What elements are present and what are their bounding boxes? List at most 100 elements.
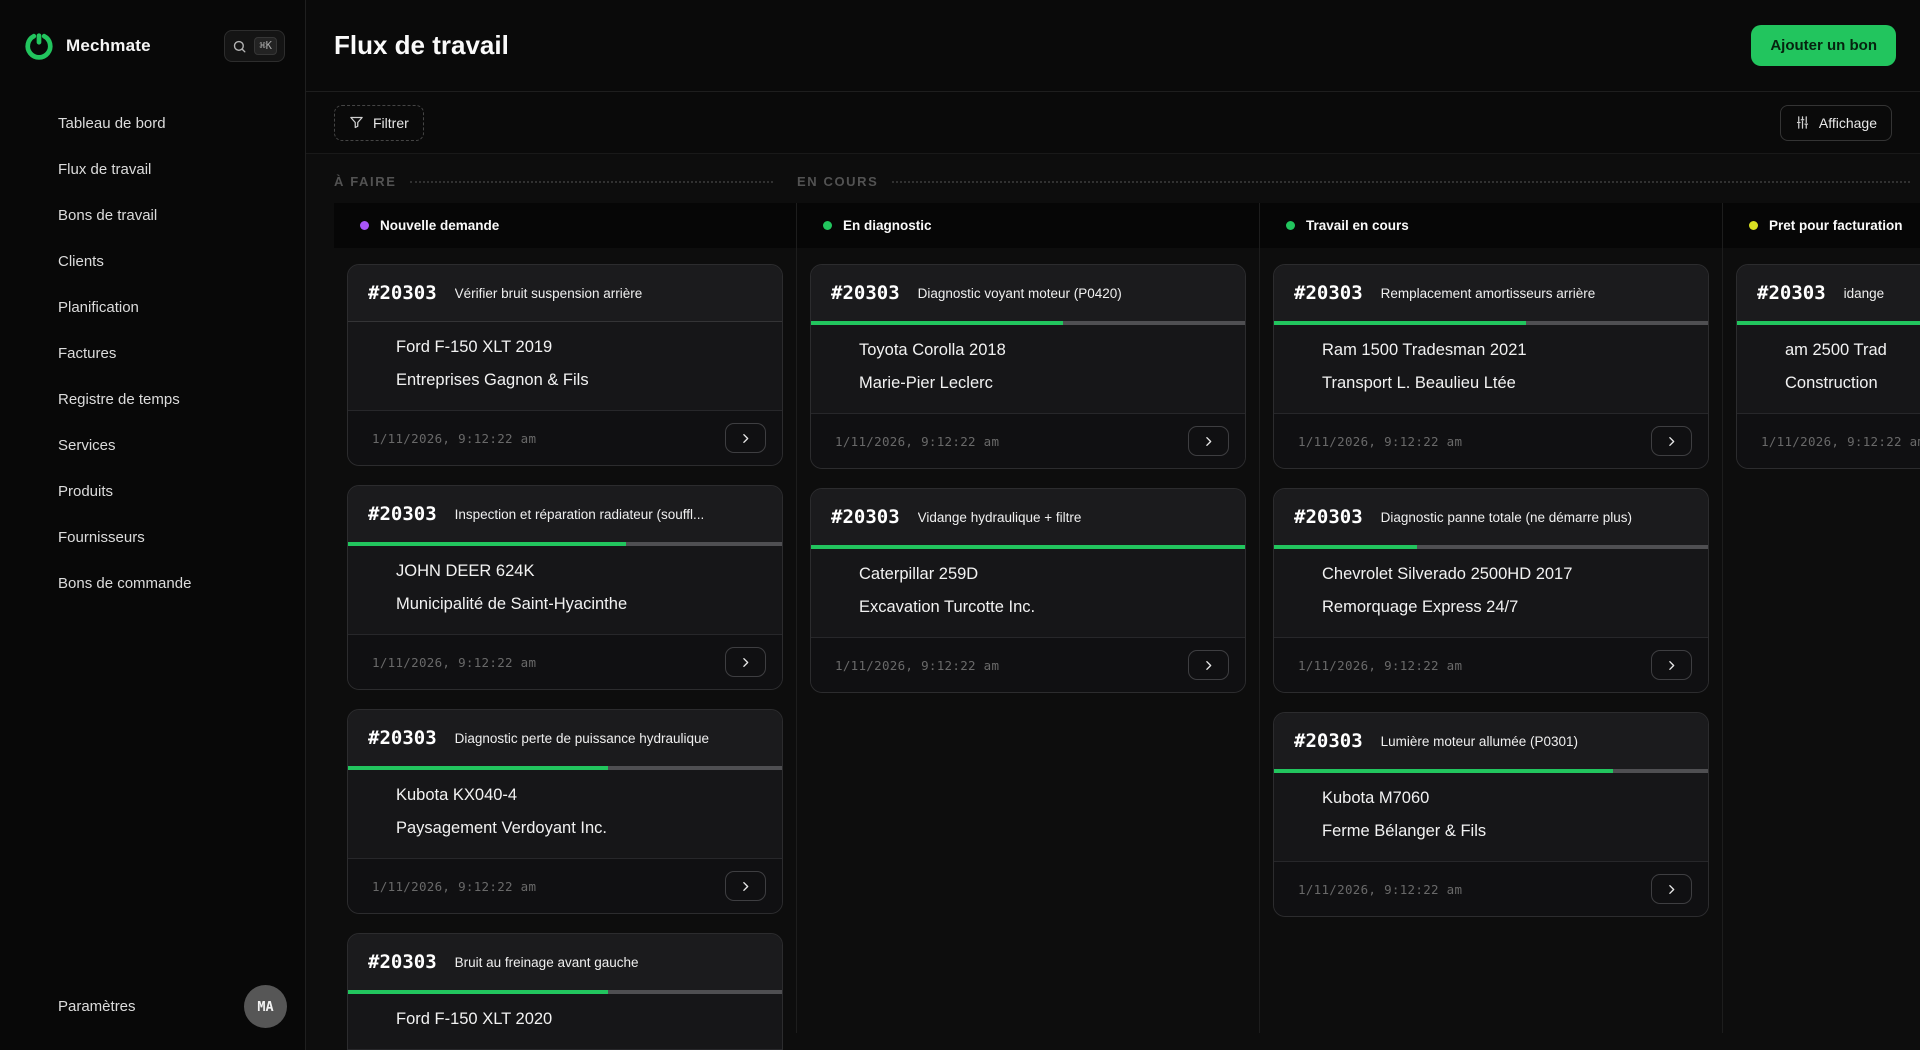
client-row: Marie-Pier Leclerc [831,374,1225,393]
work-order-card[interactable]: #20303 Lumière moteur allumée (P0301) Ku… [1273,712,1709,917]
client-row: Construction [1757,374,1920,393]
card-body: Toyota Corolla 2018 Marie-Pier Leclerc [811,325,1245,413]
trash-icon [831,376,846,391]
client-name: Excavation Turcotte Inc. [859,598,1035,617]
column-cards: #20303 Vérifier bruit suspension arrière… [347,248,783,1050]
avatar[interactable]: MA [244,985,287,1028]
column-cards: #20303 Diagnostic voyant moteur (P0420) … [810,248,1246,693]
work-order-card[interactable]: #20303 Diagnostic voyant moteur (P0420) … [810,264,1246,469]
sidebar-item-registre-de-temps[interactable]: Registre de temps [12,378,293,421]
section-a-faire: À FAIRE [334,174,797,189]
settings-label[interactable]: Paramètres [58,998,136,1015]
filter-button[interactable]: Filtrer [334,105,424,141]
progress-bar [1737,321,1920,325]
timestamp: 1/11/2026, 9:12:22 am [372,655,536,670]
progress-bar-fill [1737,321,1920,325]
sidebar-item-tableau-de-bord[interactable]: Tableau de bord [12,102,293,145]
work-order-number: #20303 [368,282,437,304]
progress-bar [811,545,1245,549]
gauge-icon [24,114,43,133]
open-card-button[interactable] [725,423,766,453]
card-header: #20303 idange [1737,265,1920,321]
progress-bar-fill [348,766,608,770]
sidebar-item-fournisseurs[interactable]: Fournisseurs [12,516,293,559]
work-order-title: Inspection et réparation radiateur (souf… [455,507,705,522]
open-card-button[interactable] [1188,650,1229,680]
open-card-button[interactable] [1651,650,1692,680]
wrench-icon [24,436,43,455]
work-order-title: Lumière moteur allumée (P0301) [1381,734,1578,749]
work-order-number: #20303 [368,503,437,525]
trash-icon [368,821,383,836]
work-order-number: #20303 [368,951,437,973]
open-card-button[interactable] [725,871,766,901]
dotted-divider [892,181,1910,183]
chevron-right-icon [1665,659,1678,672]
client-row: Transport L. Beaulieu Ltée [1294,374,1688,393]
vehicle-name: Ford F-150 XLT 2020 [396,1010,552,1029]
open-card-button[interactable] [1651,874,1692,904]
work-order-card[interactable]: #20303 idange am 2500 Trad Construction … [1736,264,1920,469]
card-footer: 1/11/2026, 9:12:22 am [1737,413,1920,468]
card-body: JOHN DEER 624K Municipalité de Saint-Hya… [348,546,782,634]
work-order-card[interactable]: #20303 Remplacement amortisseurs arrière… [1273,264,1709,469]
trash-icon [1294,376,1309,391]
trash-icon [1294,600,1309,615]
card-footer: 1/11/2026, 9:12:22 am [348,858,782,913]
sidebar-item-clients[interactable]: Clients [12,240,293,283]
sidebar-item-factures[interactable]: Factures [12,332,293,375]
card-footer: 1/11/2026, 9:12:22 am [811,637,1245,692]
trash-icon [831,567,846,582]
work-order-number: #20303 [1757,282,1826,304]
vehicle-name: Toyota Corolla 2018 [859,341,1006,360]
main-area: Flux de travail Ajouter un bon Filtrer A… [306,0,1920,1050]
work-order-card[interactable]: #20303 Inspection et réparation radiateu… [347,485,783,690]
open-card-button[interactable] [725,647,766,677]
display-button[interactable]: Affichage [1780,105,1892,141]
sidebar-item-planification[interactable]: Planification [12,286,293,329]
sidebar-item-produits[interactable]: Produits [12,470,293,513]
sidebar-item-flux-de-travail[interactable]: Flux de travail [12,148,293,191]
work-order-card[interactable]: #20303 Bruit au freinage avant gauche Fo… [347,933,783,1050]
work-order-card[interactable]: #20303 Vidange hydraulique + filtre Cate… [810,488,1246,693]
card-header: #20303 Vidange hydraulique + filtre [811,489,1245,545]
clipboard-list-icon [24,206,43,225]
section-label: EN COURS [797,174,878,189]
client-row: Entreprises Gagnon & Fils [368,371,762,390]
progress-bar-fill [811,321,1063,325]
work-order-card[interactable]: #20303 Diagnostic perte de puissance hyd… [347,709,783,914]
sidebar-item-services[interactable]: Services [12,424,293,467]
trash-icon [368,564,383,579]
card-body: Ford F-150 XLT 2020 [348,994,782,1049]
mechmate-logo-icon [24,31,54,61]
client-name: Entreprises Gagnon & Fils [396,371,589,390]
sidebar-item-label: Clients [58,253,104,270]
card-header: #20303 Vérifier bruit suspension arrière [348,265,782,321]
open-card-button[interactable] [1651,426,1692,456]
work-order-card[interactable]: #20303 Diagnostic panne totale (ne démar… [1273,488,1709,693]
client-row: Remorquage Express 24/7 [1294,598,1688,617]
trash-icon [831,600,846,615]
work-order-title: Diagnostic perte de puissance hydrauliqu… [455,731,709,746]
sidebar-item-label: Factures [58,345,116,362]
column-header: Travail en cours [1260,203,1722,248]
column-name: En diagnostic [843,218,932,233]
sidebar-item-label: Tableau de bord [58,115,166,132]
sidebar-item-bons-de-travail[interactable]: Bons de travail [12,194,293,237]
chevron-right-icon [1202,659,1215,672]
vehicle-row: Chevrolet Silverado 2500HD 2017 [1294,565,1688,584]
add-work-order-button[interactable]: Ajouter un bon [1751,25,1896,66]
sidebar-item-bons-de-commande[interactable]: Bons de commande [12,562,293,605]
open-card-button[interactable] [1188,426,1229,456]
card-body: Ram 1500 Tradesman 2021 Transport L. Bea… [1274,325,1708,413]
client-name: Marie-Pier Leclerc [859,374,993,393]
vehicle-name: Ford F-150 XLT 2019 [396,338,552,357]
card-header: #20303 Remplacement amortisseurs arrière [1274,265,1708,321]
search-button[interactable]: ⌘K [224,30,285,62]
client-row: Paysagement Verdoyant Inc. [368,819,762,838]
sidebar-item-label: Bons de travail [58,207,157,224]
work-order-card[interactable]: #20303 Vérifier bruit suspension arrière… [347,264,783,466]
client-name: Paysagement Verdoyant Inc. [396,819,607,838]
column-name: Nouvelle demande [380,218,499,233]
filter-label: Filtrer [373,115,409,131]
